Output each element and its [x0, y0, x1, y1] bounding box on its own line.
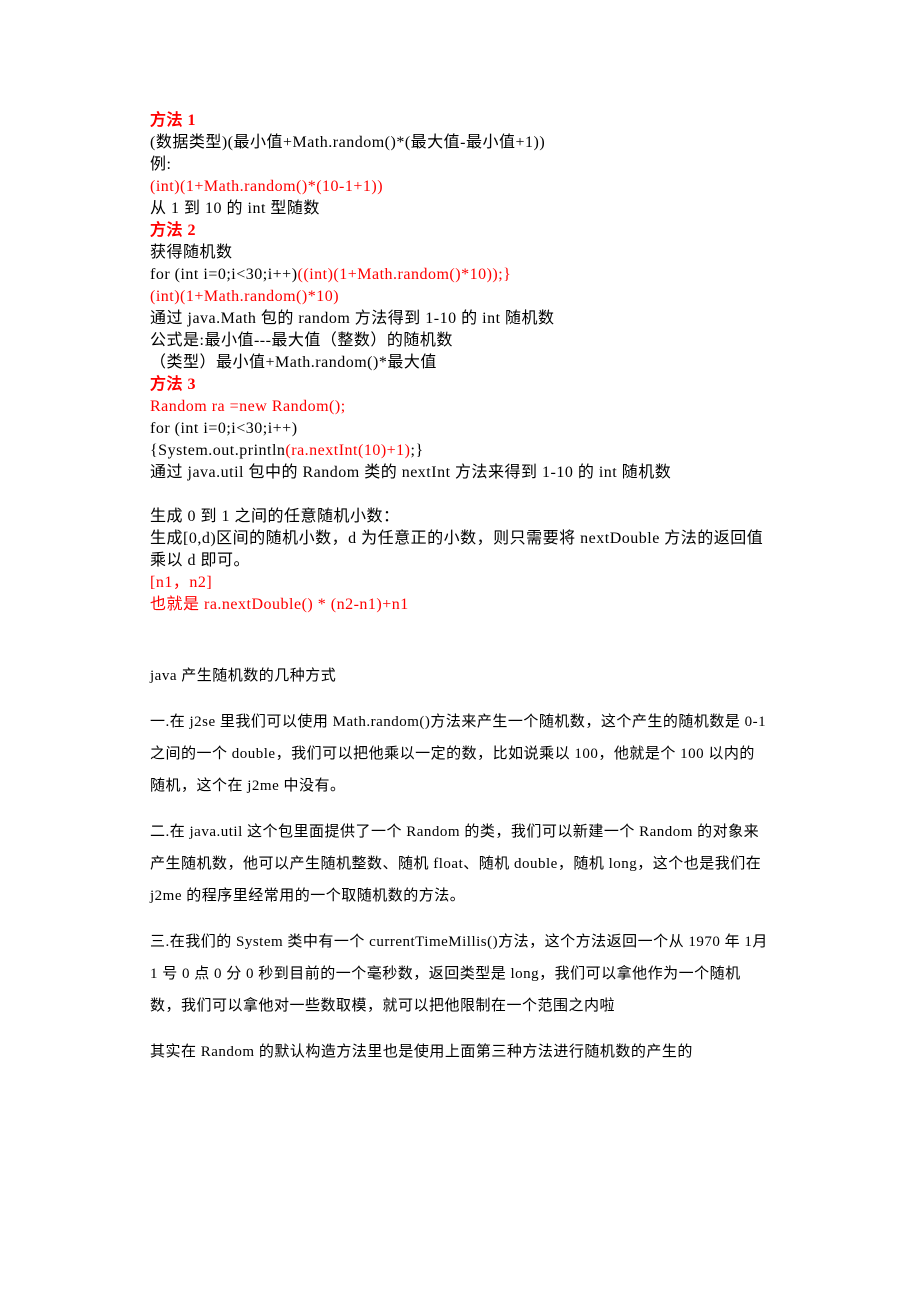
method3-l3-c: ;}: [411, 442, 424, 459]
method2-line2-code-black: for (int i=0;i<30;i++): [150, 266, 298, 283]
method1-code: (int)(1+Math.random()*(10-1+1)): [150, 176, 770, 198]
method3-l3-b: (ra.nextInt(10)+1): [285, 442, 410, 459]
blank-line: [150, 638, 770, 660]
article-p1: 一.在 j2se 里我们可以使用 Math.random()方法来产生一个随机数…: [150, 706, 770, 802]
method2-line3: (int)(1+Math.random()*10): [150, 286, 770, 308]
method2-line1: 获得随机数: [150, 242, 770, 264]
article-p4: 其实在 Random 的默认构造方法里也是使用上面第三种方法进行随机数的产生的: [150, 1036, 770, 1068]
method3-title: 方法 3: [150, 374, 770, 396]
method3-line4: 通过 java.util 包中的 Random 类的 nextInt 方法来得到…: [150, 462, 770, 484]
article-p2: 二.在 java.util 这个包里面提供了一个 Random 的类，我们可以新…: [150, 816, 770, 912]
method3-line2: for (int i=0;i<30;i++): [150, 418, 770, 440]
gen-line1: 生成 0 到 1 之间的任意随机小数：: [150, 506, 770, 528]
method3-line3: {System.out.println(ra.nextInt(10)+1);}: [150, 440, 770, 462]
method2-line4: 通过 java.Math 包的 random 方法得到 1-10 的 int 随…: [150, 308, 770, 330]
article-title: java 产生随机数的几种方式: [150, 660, 770, 692]
method3-l3-a: {System.out.println: [150, 442, 285, 459]
blank-line: [150, 616, 770, 638]
gen-line2: 生成[0,d)区间的随机小数，d 为任意正的小数，则只需要将 nextDoubl…: [150, 528, 770, 572]
article-p3: 三.在我们的 System 类中有一个 currentTimeMillis()方…: [150, 926, 770, 1022]
method1-example-label: 例:: [150, 154, 770, 176]
method2-line5: 公式是:最小值---最大值（整数）的随机数: [150, 330, 770, 352]
gen-line3: [n1，n2]: [150, 572, 770, 594]
method2-title: 方法 2: [150, 220, 770, 242]
paragraph-gap: [150, 802, 770, 816]
method3-line1: Random ra =new Random();: [150, 396, 770, 418]
article-section: java 产生随机数的几种方式 一.在 j2se 里我们可以使用 Math.ra…: [150, 660, 770, 1068]
method2-line6: （类型）最小值+Math.random()*最大值: [150, 352, 770, 374]
paragraph-gap: [150, 1022, 770, 1036]
method1-title: 方法 1: [150, 110, 770, 132]
blank-line: [150, 484, 770, 506]
method1-formula: (数据类型)(最小值+Math.random()*(最大值-最小值+1)): [150, 132, 770, 154]
paragraph-gap: [150, 692, 770, 706]
method2-line2-code-red: ((int)(1+Math.random()*10));}: [298, 266, 512, 283]
gen-line4: 也就是 ra.nextDouble() * (n2-n1)+n1: [150, 594, 770, 616]
paragraph-gap: [150, 912, 770, 926]
document-page: 方法 1 (数据类型)(最小值+Math.random()*(最大值-最小值+1…: [0, 0, 920, 1128]
method1-desc: 从 1 到 10 的 int 型随数: [150, 198, 770, 220]
method2-line2: for (int i=0;i<30;i++)((int)(1+Math.rand…: [150, 264, 770, 286]
